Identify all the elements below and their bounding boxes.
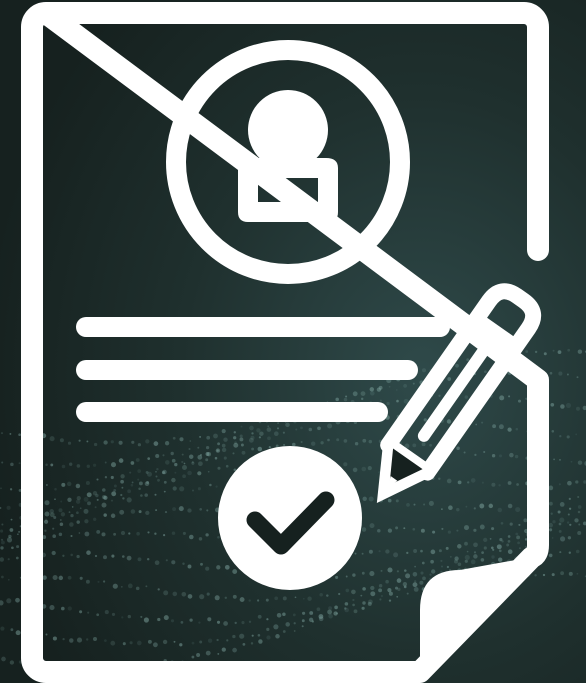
contract-signing-illustration	[0, 0, 586, 683]
checkmark-badge-icon	[218, 446, 362, 590]
user-avatar-icon	[166, 40, 410, 284]
text-lines	[76, 317, 450, 422]
contract-signing-icon	[21, 2, 549, 683]
